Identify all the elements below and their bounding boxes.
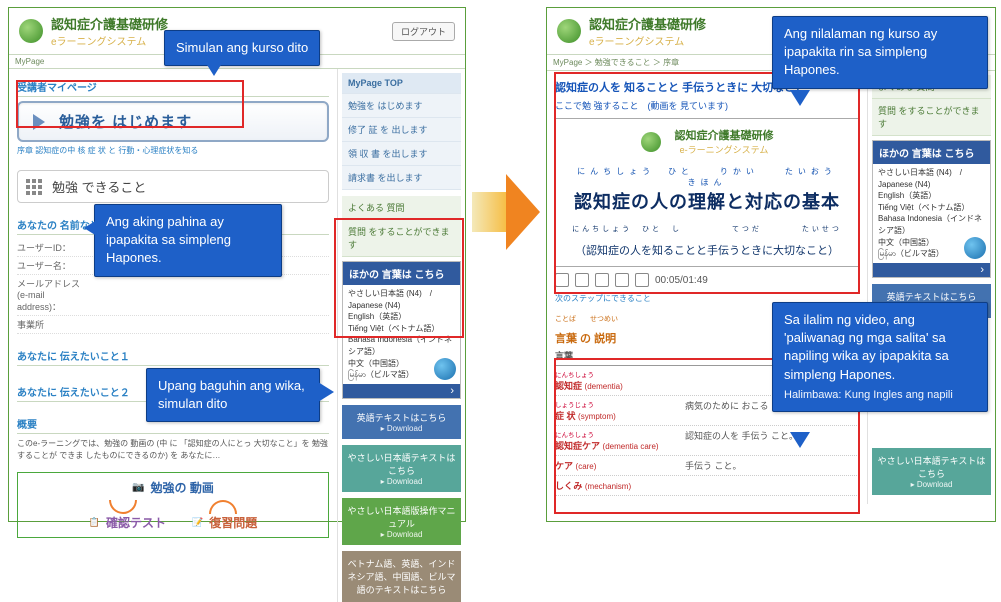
lang-option[interactable]: やさしい日本語 (N4) / Japanese (N4)	[878, 167, 985, 190]
app-subtitle: eラーニングシステム	[589, 33, 706, 48]
lang-option[interactable]: English（英語）	[348, 311, 455, 323]
intro-text: このe-ラーニングでは、勉強の 動画の (中 に 「認知症の人にとっ 大切なこと…	[17, 438, 329, 462]
logout-button[interactable]: ログアウト	[392, 22, 455, 41]
lang-option[interactable]: Bahasa Indonesia（インドネシア語）	[878, 213, 985, 236]
download-english[interactable]: 英語テキストはこちら▸ Download	[342, 405, 461, 439]
video-main-title: 認知症の人の理解と対応の基本	[562, 188, 852, 214]
curve-arrow-icon	[209, 500, 237, 514]
download-multilang[interactable]: ベトナム語、英語、インドネシア語、中国語、ビルマ語のテキストはこちら	[342, 551, 461, 602]
brand-logo-icon	[641, 132, 661, 152]
start-course-button[interactable]: 勉強を はじめます	[17, 101, 329, 142]
fullscreen-icon[interactable]	[635, 273, 649, 287]
lang-option[interactable]: やさしい日本語 (N4) / Japanese (N4)	[348, 288, 455, 311]
curve-arrow-icon	[109, 500, 137, 514]
term-row: にんちしょう認知症ケア (dementia care)認知症の人を 手伝う こと…	[555, 426, 859, 456]
video-brand-title: 認知症介護基礎研修	[675, 127, 774, 143]
volume-icon[interactable]	[615, 273, 629, 287]
brand-logo-icon	[19, 19, 43, 43]
left-sidebar: MyPage TOP 勉強を はじめます 修了 証 を 出します 領 収 書 を…	[337, 69, 465, 602]
language-header: ほかの 言葉は こちら	[343, 262, 460, 285]
convey1-heading: あなたに 伝えたいこと１	[17, 348, 329, 366]
right-sidebar: よくある 質問 質問 をすることができます ほかの 言葉は こちら やさしい日本…	[867, 71, 995, 504]
email-key: メールアドレス (e-mail address)：	[17, 277, 85, 313]
term-row: しくみ (mechanism)	[555, 476, 859, 496]
sidebar-item[interactable]: 請求書 を出します	[342, 166, 461, 190]
lang-option[interactable]: Bahasa Indonesia（インドネシア語）	[348, 334, 455, 357]
callout-pointer-icon	[790, 432, 810, 448]
user-id-key: ユーザーID：	[17, 241, 85, 254]
sidebar-item[interactable]: 修了 証 を 出します	[342, 118, 461, 142]
video-area: 認知症介護基礎研修 e-ラーニングシステム にんちしょう ひと りかい たいおう…	[555, 118, 859, 267]
flow-review-label: 復習問題	[209, 514, 257, 531]
play-icon	[33, 114, 45, 130]
pause-icon[interactable]	[555, 273, 569, 287]
sidebar-faq[interactable]: よくある 質問	[342, 196, 461, 220]
flow-video-label: 勉強の 動画	[151, 479, 214, 496]
video-brand-sub: e-ラーニングシステム	[675, 143, 774, 156]
sidebar-ask[interactable]: 質問 をすることができます	[872, 99, 991, 136]
language-header: ほかの 言葉は こちら	[873, 141, 990, 164]
office-key: 事業所	[17, 318, 85, 331]
transition-arrow-icon	[472, 174, 540, 250]
language-box: ほかの 言葉は こちら やさしい日本語 (N4) / Japanese (N4)…	[342, 261, 461, 399]
callout-content: Ang nilalaman ng kurso ay ipapakita rin …	[772, 16, 988, 89]
callout-start: Simulan ang kurso dito	[164, 30, 320, 66]
download-easy-jp-manual[interactable]: やさしい日本語版操作マニュアル▸ Download	[342, 498, 461, 545]
video-parens: （認知症の人を知ることと手伝うときに大切なこと）	[562, 242, 852, 258]
grid-icon	[26, 179, 42, 195]
terms-col-word: 言葉	[555, 349, 685, 362]
sidebar-item[interactable]: 領 収 書 を出します	[342, 142, 461, 166]
video-parens-ruby: にんちしょう ひと し てつだ たいせつ	[562, 224, 852, 234]
forward-icon[interactable]	[595, 273, 609, 287]
app-subtitle: eラーニングシステム	[51, 33, 168, 48]
language-list: やさしい日本語 (N4) / Japanese (N4) English（英語）…	[873, 164, 990, 263]
course-subtitle: ここで勉 強すること (動画を 見ています)	[555, 99, 859, 112]
flow-box: 📷 勉強の 動画 📋 確認テスト 📝 復習問題	[17, 472, 329, 538]
globe-icon	[964, 237, 986, 259]
mypage-heading: 受講者マイページ	[17, 79, 329, 97]
language-list: やさしい日本語 (N4) / Japanese (N4) English（英語）…	[343, 285, 460, 384]
brand-logo-icon	[557, 19, 581, 43]
callout-mypage: Ang aking pahina ay ipapakita sa simplen…	[94, 204, 282, 277]
user-name-key: ユーザー名：	[17, 259, 85, 272]
sidebar-item[interactable]: 勉強を はじめます	[342, 94, 461, 118]
video-time: 00:05/01:49	[655, 275, 708, 286]
download-easy-jp-text[interactable]: やさしい日本語テキストはこちら▸ Download	[342, 445, 461, 492]
lang-option[interactable]: Tiếng Việt（ベトナム語）	[348, 323, 455, 335]
term-row: ケア (care)手伝う こと。	[555, 456, 859, 476]
lang-option[interactable]: Tiếng Việt（ベトナム語）	[878, 202, 985, 214]
language-expand[interactable]: ›	[343, 384, 460, 398]
callout-pointer-icon	[318, 382, 334, 402]
callout-pointer-icon	[790, 90, 810, 106]
flow-test-label: 確認テスト	[106, 514, 166, 531]
language-box: ほかの 言葉は こちら やさしい日本語 (N4) / Japanese (N4)…	[872, 140, 991, 278]
callout-pointer-icon	[84, 218, 100, 238]
video-ruby: にんちしょう ひと りかい たいおう きほん	[562, 166, 852, 188]
start-label: 勉強を はじめます	[59, 111, 192, 132]
globe-icon	[434, 358, 456, 380]
sidebar-ask[interactable]: 質問 をすることができます	[342, 220, 461, 257]
video-controls: 00:05/01:49	[555, 273, 859, 287]
study-can-row[interactable]: 勉強 できること	[17, 170, 329, 203]
start-caption: 序章 認知症の中 核 症 状 と 行動・心理症状を知る	[17, 145, 329, 156]
callout-language: Upang baguhin ang wika, simulan dito	[146, 368, 320, 422]
callout-pointer-icon	[204, 60, 224, 76]
app-title: 認知症介護基礎研修	[589, 14, 706, 33]
lang-option[interactable]: English（英語）	[878, 190, 985, 202]
study-can-label: 勉強 できること	[52, 177, 146, 196]
callout-terms: Sa ilalim ng video, ang 'paliwanag ng mg…	[772, 302, 988, 412]
app-title: 認知症介護基礎研修	[51, 14, 168, 33]
language-expand[interactable]: ›	[873, 263, 990, 277]
sidebar-mypage-top[interactable]: MyPage TOP	[342, 73, 461, 94]
download-easy-jp-text[interactable]: やさしい日本語テキストはこちら▸ Download	[872, 448, 991, 495]
rewind-icon[interactable]	[575, 273, 589, 287]
